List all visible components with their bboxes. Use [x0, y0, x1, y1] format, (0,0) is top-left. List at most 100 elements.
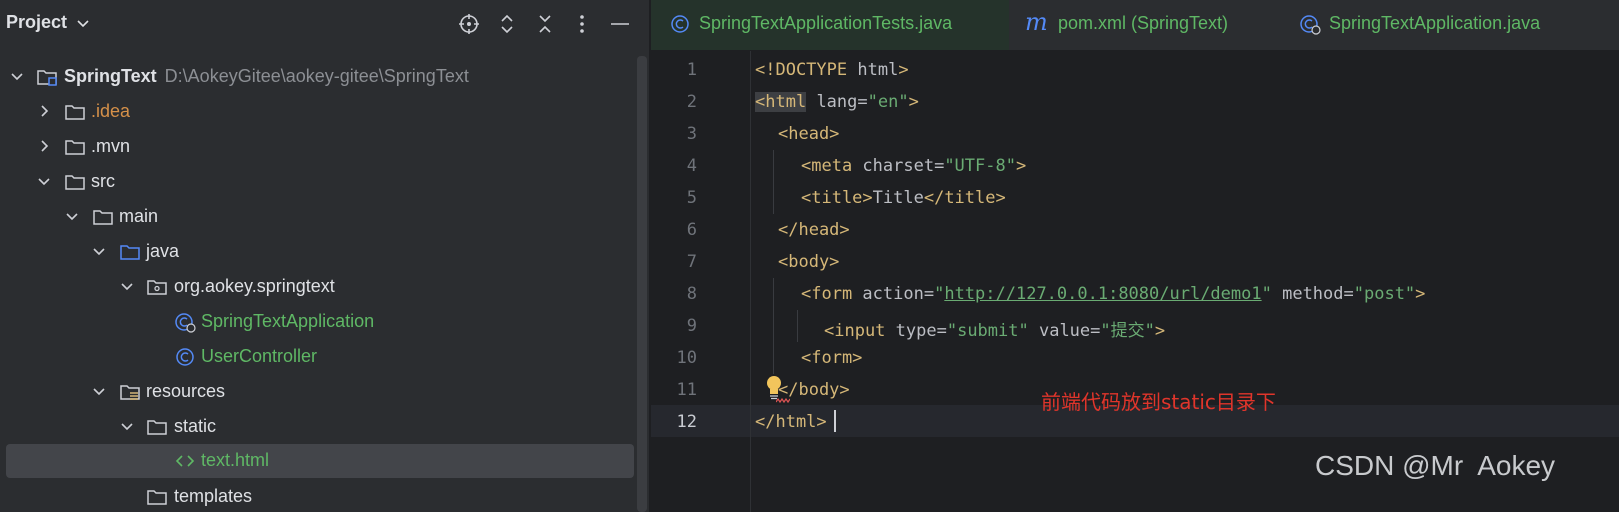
indent-guide [773, 278, 774, 374]
minimize-icon[interactable] [608, 12, 632, 36]
tree-item-templates[interactable]: templates [0, 480, 640, 512]
code-line-8: <form action="http://127.0.0.1:8080/url/… [801, 284, 1425, 304]
tree-item-label: .idea [91, 101, 131, 121]
line-number: 12 [676, 412, 697, 432]
folder-icon [93, 210, 113, 225]
tree-item-src[interactable]: src [0, 165, 640, 199]
line-number: 7 [686, 252, 697, 272]
chevron-down-icon[interactable] [64, 208, 80, 224]
code-line-4: <meta charset="UTF-8"> [801, 156, 1026, 176]
tab-pom-xml[interactable]: m pom.xml (SpringText) [1025, 0, 1285, 50]
tree-item-springtextapplication[interactable]: SpringTextApplication [0, 305, 640, 339]
line-number: 5 [686, 188, 697, 208]
code-token: "en" [867, 92, 909, 112]
tree-item-main[interactable]: main [0, 200, 640, 234]
indent-guide [797, 310, 798, 342]
resources-folder-icon [120, 385, 140, 400]
tree-item-text-html[interactable]: text.html [6, 444, 634, 478]
class-icon [176, 348, 194, 366]
folder-icon [65, 105, 85, 120]
tree-item-label: main [119, 206, 159, 226]
tab-label: pom.xml (SpringText) [1058, 13, 1229, 33]
tab-springtextapplicationtests[interactable]: SpringTextApplicationTests.java [651, 0, 1009, 50]
error-squiggle-icon [776, 398, 790, 404]
spring-class-icon [175, 313, 196, 333]
code-token: <form> [801, 348, 863, 368]
tree-item-package[interactable]: org.aokey.springtext [0, 270, 640, 304]
code-token: "UTF-8" [944, 156, 1016, 176]
tree-item-label: java [146, 241, 180, 261]
chevron-down-icon[interactable] [119, 278, 135, 294]
chevron-down-icon[interactable] [91, 243, 107, 259]
tree-item-idea[interactable]: .idea [0, 95, 640, 129]
tree-item-label: src [91, 171, 115, 191]
code-token: <input [824, 321, 886, 341]
url-link[interactable]: http://127.0.0.1:8080/url/demo1 [944, 284, 1261, 304]
tree-item-label: SpringTextApplication [201, 311, 375, 331]
annotation-text: 前端代码放到static目录下 [1041, 390, 1276, 414]
spring-class-icon [1300, 15, 1321, 35]
lightbulb-icon[interactable] [764, 374, 784, 400]
code-token: > [1015, 156, 1027, 176]
line-number: 11 [676, 380, 697, 400]
line-number: 6 [686, 220, 697, 240]
chevron-right-icon[interactable] [36, 138, 52, 154]
code-token: lang= [806, 92, 868, 112]
code-line-3: <head> [778, 124, 839, 144]
chevron-down-icon[interactable] [119, 418, 135, 434]
code-token: </title> [923, 188, 1006, 208]
more-options-icon[interactable] [570, 12, 594, 36]
collapse-all-icon[interactable] [533, 12, 557, 36]
chevron-down-icon[interactable] [76, 14, 90, 34]
code-token: html [765, 92, 807, 112]
folder-icon [65, 175, 85, 190]
tree-item-label: templates [174, 486, 253, 506]
code-token: </head> [778, 220, 850, 240]
code-token: value= [1028, 321, 1101, 341]
tab-label: SpringTextApplication.java [1329, 13, 1541, 33]
locate-icon[interactable] [457, 12, 481, 36]
tree-item-mvn[interactable]: .mvn [0, 130, 640, 164]
code-token: method= [1271, 284, 1354, 304]
tab-springtextapplication[interactable]: SpringTextApplication.java [1299, 0, 1619, 50]
code-token: </html> [755, 412, 827, 432]
watermark: CSDN @Mr Aokey [1315, 450, 1556, 481]
tree-item-static[interactable]: static [0, 410, 640, 444]
folder-icon [147, 490, 167, 505]
tree-item-label: resources [146, 381, 226, 401]
code-line-6: </head> [778, 220, 850, 240]
tree-item-java[interactable]: java [0, 235, 640, 269]
code-token: type= [885, 321, 947, 341]
code-token: <head> [778, 124, 840, 144]
folder-icon [65, 140, 85, 155]
expand-all-icon[interactable] [495, 12, 519, 36]
code-token: > [1154, 321, 1166, 341]
code-line-10: <form> [801, 348, 862, 368]
code-line-1: <!DOCTYPE html> [755, 60, 909, 80]
chevron-right-icon[interactable] [36, 103, 52, 119]
source-folder-icon [120, 245, 140, 260]
code-line-2: <html lang="en"> [755, 92, 919, 112]
tab-label: SpringTextApplicationTests.java [699, 13, 953, 33]
code-token: " [1261, 284, 1272, 304]
line-number: 8 [686, 284, 697, 304]
tree-root-label: SpringText D:\AokeyGitee\aokey-gitee\Spri… [64, 66, 469, 87]
chevron-down-icon[interactable] [36, 173, 52, 189]
project-title[interactable]: Project [6, 12, 67, 33]
project-scrollbar[interactable] [637, 56, 647, 512]
html-file-icon [175, 455, 195, 467]
code-token: > [908, 92, 919, 112]
tree-item-root[interactable]: SpringText D:\AokeyGitee\aokey-gitee\Spri… [0, 60, 640, 94]
code-token: " [934, 284, 945, 304]
tree-item-resources[interactable]: resources [0, 375, 640, 409]
code-line-12: </html> [755, 412, 827, 432]
chevron-down-icon[interactable] [9, 68, 25, 84]
chevron-down-icon[interactable] [91, 383, 107, 399]
code-token: < [755, 92, 766, 112]
panel-divider[interactable] [649, 0, 650, 512]
module-folder-icon [37, 70, 57, 86]
code-editor[interactable] [651, 51, 1619, 512]
code-token: <body> [778, 252, 840, 272]
code-token: Title [872, 188, 924, 208]
tree-item-usercontroller[interactable]: UserController [0, 340, 640, 374]
